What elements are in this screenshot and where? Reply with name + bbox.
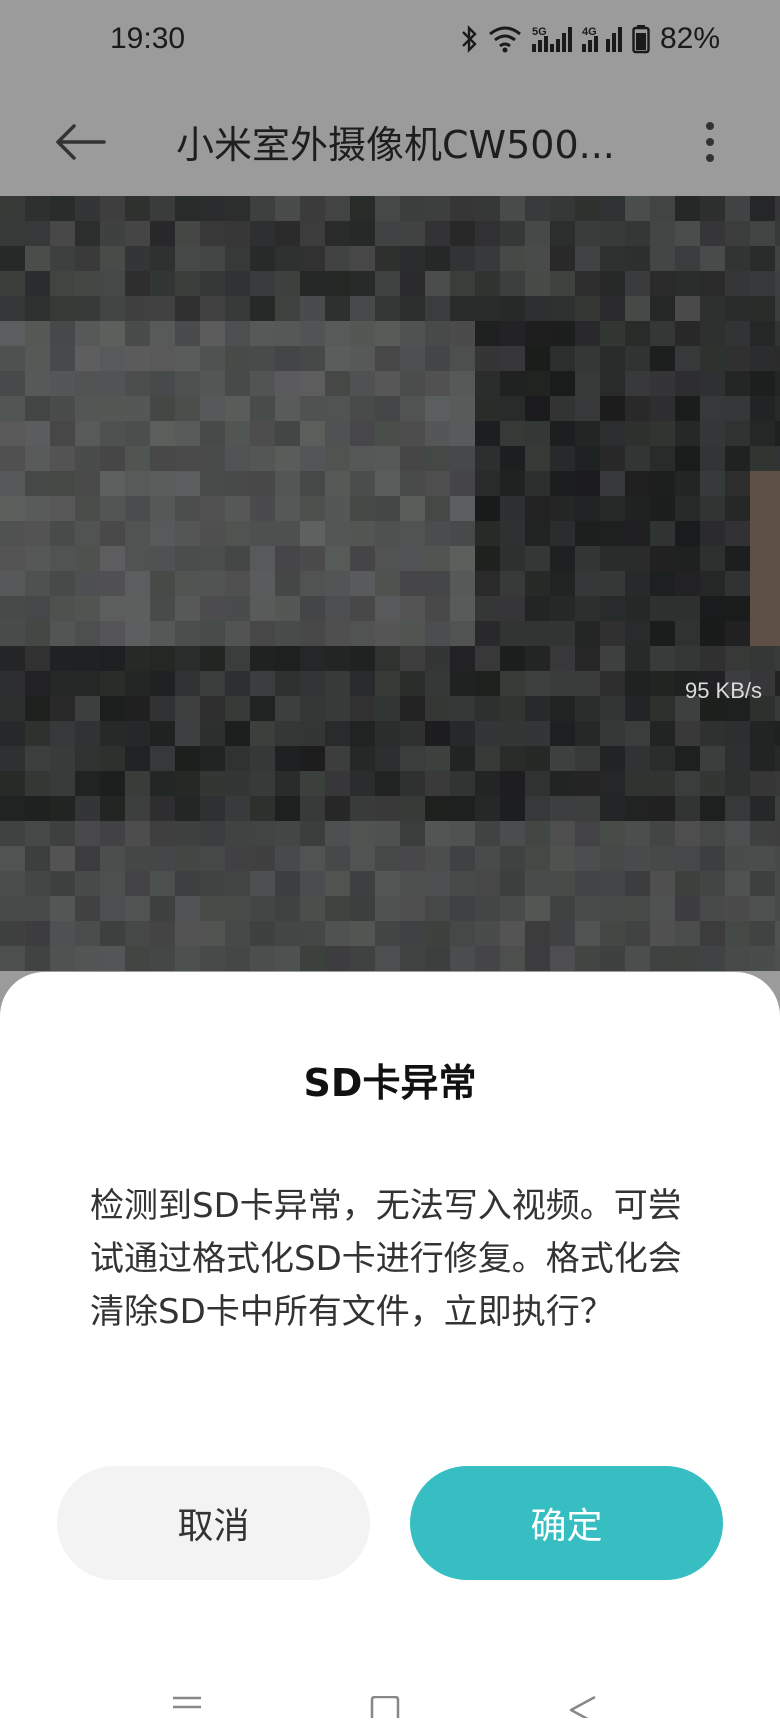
signal-5g-icon: 5G <box>531 23 572 55</box>
more-options-button[interactable] <box>690 112 730 172</box>
cancel-button[interactable]: 取消 <box>57 1466 370 1580</box>
sd-card-error-dialog: SD卡异常 检测到SD卡异常，无法写入视频。可尝试通过格式化SD卡进行修复。格式… <box>0 972 780 1718</box>
bitrate-label: 95 KB/s <box>684 678 762 703</box>
battery-icon <box>632 23 650 55</box>
status-time: 19:30 <box>110 22 186 55</box>
bluetooth-icon <box>460 23 478 55</box>
home-icon <box>370 1695 400 1718</box>
camera-live-view[interactable]: 95 KB/s <box>0 196 780 971</box>
dialog-title: SD卡异常 <box>303 1061 477 1105</box>
status-icons: 5G 4G 82% <box>460 22 720 56</box>
header: 小米室外摄像机CW500... <box>0 84 780 196</box>
more-vertical-icon <box>706 122 714 162</box>
wifi-icon <box>488 23 522 55</box>
nav-menu-button[interactable] <box>172 1696 202 1722</box>
confirm-button[interactable]: 确定 <box>410 1466 723 1580</box>
menu-icon <box>173 1696 201 1709</box>
arrow-left-icon <box>56 124 106 160</box>
status-bar: 19:30 5G 4G 82% <box>0 0 780 84</box>
page-title: 小米室外摄像机CW500... <box>176 123 615 167</box>
back-button[interactable] <box>50 114 110 170</box>
signal-4g-icon: 4G <box>581 23 622 55</box>
nav-home-button[interactable] <box>370 1695 400 1722</box>
pixelated-video-frame <box>0 196 780 971</box>
system-nav-bar <box>0 1680 780 1722</box>
battery-percent: 82% <box>659 22 720 55</box>
dialog-message: 检测到SD卡异常，无法写入视频。可尝试通过格式化SD卡进行修复。格式化会清除SD… <box>90 1186 682 1332</box>
nav-back-button[interactable] <box>568 1695 598 1722</box>
back-icon <box>569 1695 596 1722</box>
